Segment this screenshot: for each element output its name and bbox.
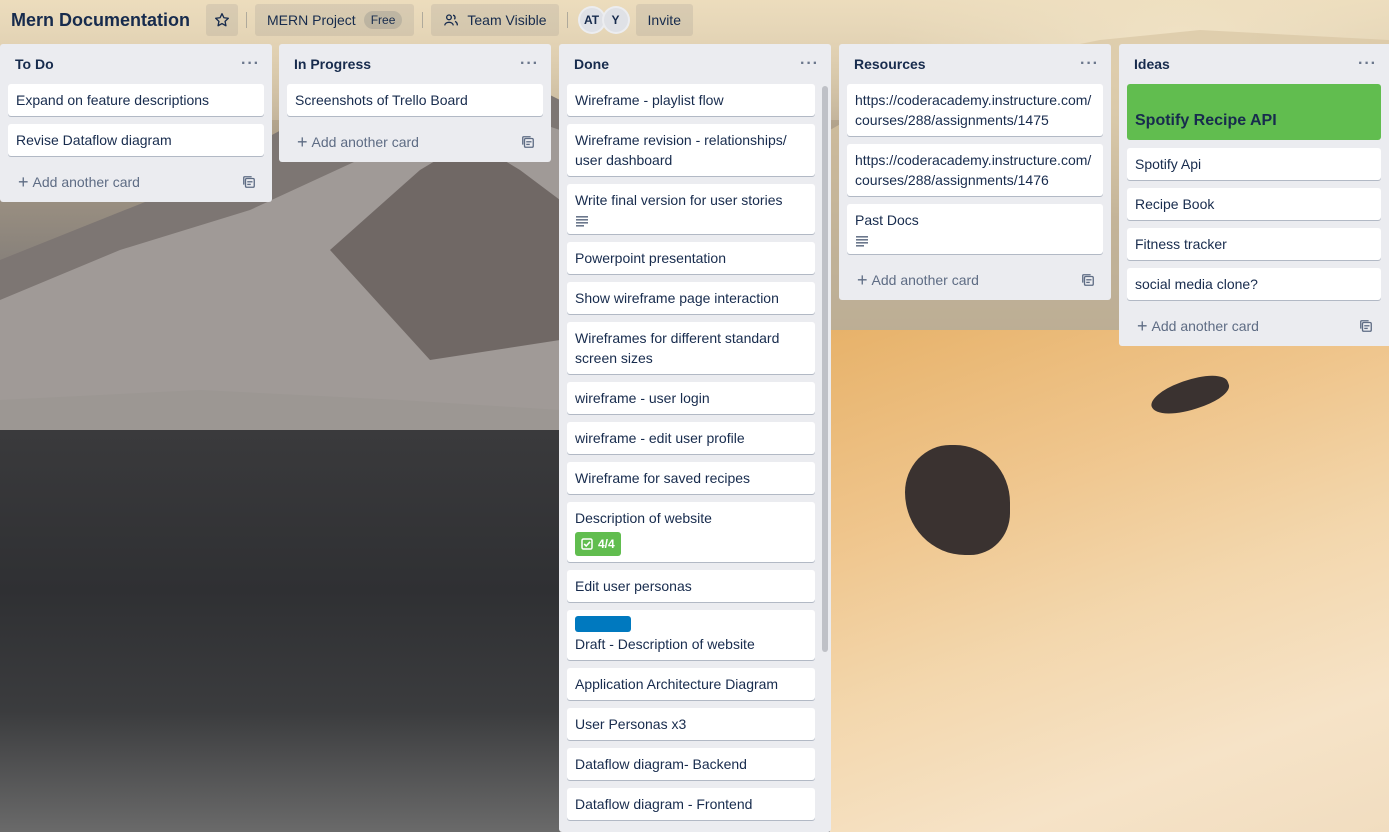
list-menu-icon[interactable]: ··· <box>800 55 819 73</box>
plus-icon: + <box>18 172 29 192</box>
list-menu-icon[interactable]: ··· <box>520 55 539 73</box>
card[interactable]: Write final version for user stories <box>567 184 815 234</box>
add-card-label: Add another card <box>32 174 140 190</box>
card-template-icon[interactable] <box>1359 319 1373 333</box>
card-title: Write final version for user stories <box>575 192 783 208</box>
list-title[interactable]: In Progress <box>294 56 371 72</box>
cover-card[interactable]: Spotify Recipe API <box>1127 84 1381 140</box>
list-to-do: To Do ··· Expand on feature descriptions… <box>0 44 272 202</box>
list-in-progress: In Progress ··· Screenshots of Trello Bo… <box>279 44 551 162</box>
list-menu-icon[interactable]: ··· <box>1358 55 1377 73</box>
card[interactable]: Wireframe - playlist flow <box>567 84 815 116</box>
card[interactable]: Powerpoint presentation <box>567 242 815 274</box>
card[interactable]: wireframe - edit user profile <box>567 422 815 454</box>
card[interactable]: Wireframe revision - relationships/ user… <box>567 124 815 176</box>
visibility-label: Team Visible <box>467 12 547 28</box>
add-card-button[interactable]: + Add another card <box>287 124 543 160</box>
card[interactable]: Application Architecture Diagram <box>567 668 815 700</box>
list-resources: Resources ··· https://coderacademy.instr… <box>839 44 1111 300</box>
description-icon <box>856 236 868 247</box>
workspace-label: MERN Project <box>267 12 356 28</box>
card-template-icon[interactable] <box>521 135 535 149</box>
card[interactable]: Dataflow diagram - Frontend <box>567 788 815 820</box>
add-card-button[interactable]: + Add another card <box>1127 308 1381 344</box>
team-icon <box>444 14 459 26</box>
background-snow-slope <box>830 330 1389 832</box>
header-divider <box>246 12 248 28</box>
invite-button[interactable]: Invite <box>635 4 693 36</box>
list-title[interactable]: To Do <box>15 56 54 72</box>
header-divider <box>566 12 568 28</box>
list-scrollbar[interactable] <box>822 86 828 652</box>
card[interactable]: Draft - Description of website <box>567 610 815 660</box>
plus-icon: + <box>297 132 308 152</box>
list-header: Resources ··· <box>847 44 1103 84</box>
card[interactable]: https://coderacademy.instructure.com/cou… <box>847 144 1103 196</box>
add-card-button[interactable]: + Add another card <box>8 164 264 200</box>
member-avatars: AT Y <box>577 6 630 34</box>
card-title: Draft - Description of website <box>575 636 755 652</box>
card[interactable]: Fitness tracker <box>1127 228 1381 260</box>
add-card-label: Add another card <box>311 134 419 150</box>
list-menu-icon[interactable]: ··· <box>241 55 260 73</box>
card[interactable]: Past Docs <box>847 204 1103 254</box>
card-title: Description of website <box>575 510 712 526</box>
card[interactable]: Spotify Api <box>1127 148 1381 180</box>
card[interactable]: Description of website 4/4 <box>567 502 815 562</box>
checklist-badge: 4/4 <box>575 532 621 556</box>
card[interactable]: Wireframes for different standard screen… <box>567 322 815 374</box>
list-ideas: Ideas ··· Spotify Recipe API Spotify Api… <box>1119 44 1389 346</box>
workspace-button[interactable]: MERN Project Free <box>255 4 415 36</box>
card[interactable]: Edit user personas <box>567 570 815 602</box>
card-label-blue <box>575 616 631 632</box>
board-title[interactable]: Mern Documentation <box>11 10 190 31</box>
star-button[interactable] <box>206 4 239 36</box>
visibility-button[interactable]: Team Visible <box>431 4 559 36</box>
card[interactable]: User Personas x3 <box>567 708 815 740</box>
card[interactable]: social media clone? <box>1127 268 1381 300</box>
avatar[interactable]: Y <box>601 6 630 34</box>
list-done: Done ··· Wireframe - playlist flow Wiref… <box>559 44 831 832</box>
plus-icon: + <box>857 270 868 290</box>
add-card-label: Add another card <box>871 272 979 288</box>
card[interactable]: Screenshots of Trello Board <box>287 84 543 116</box>
board-header: Mern Documentation MERN Project Free Tea… <box>0 0 1389 40</box>
card-template-icon[interactable] <box>1081 273 1095 287</box>
card[interactable]: Recipe Book <box>1127 188 1381 220</box>
list-header: Ideas ··· <box>1127 44 1381 84</box>
description-icon <box>576 216 588 227</box>
card[interactable]: Revise Dataflow diagram <box>8 124 264 156</box>
list-menu-icon[interactable]: ··· <box>1080 55 1099 73</box>
card[interactable]: Dataflow diagram- Backend <box>567 748 815 780</box>
list-title[interactable]: Done <box>574 56 609 72</box>
list-header: To Do ··· <box>8 44 264 84</box>
list-title[interactable]: Resources <box>854 56 926 72</box>
plan-badge: Free <box>363 11 403 29</box>
add-card-label: Add another card <box>1151 318 1259 334</box>
plus-icon: + <box>1137 316 1148 336</box>
list-header: Done ··· <box>567 44 823 84</box>
card-title: Past Docs <box>855 212 919 228</box>
background-water <box>0 430 560 832</box>
card[interactable]: wireframe - user login <box>567 382 815 414</box>
add-card-button[interactable]: + Add another card <box>847 262 1103 298</box>
card[interactable]: Wireframe for saved recipes <box>567 462 815 494</box>
card[interactable]: https://coderacademy.instructure.com/cou… <box>847 84 1103 136</box>
list-title[interactable]: Ideas <box>1134 56 1170 72</box>
checklist-count: 4/4 <box>598 537 615 551</box>
checkbox-icon <box>581 538 593 550</box>
list-header: In Progress ··· <box>287 44 543 84</box>
card-template-icon[interactable] <box>242 175 256 189</box>
card[interactable]: Expand on feature descriptions <box>8 84 264 116</box>
star-icon <box>215 13 230 27</box>
header-divider <box>422 12 424 28</box>
card[interactable]: Show wireframe page interaction <box>567 282 815 314</box>
